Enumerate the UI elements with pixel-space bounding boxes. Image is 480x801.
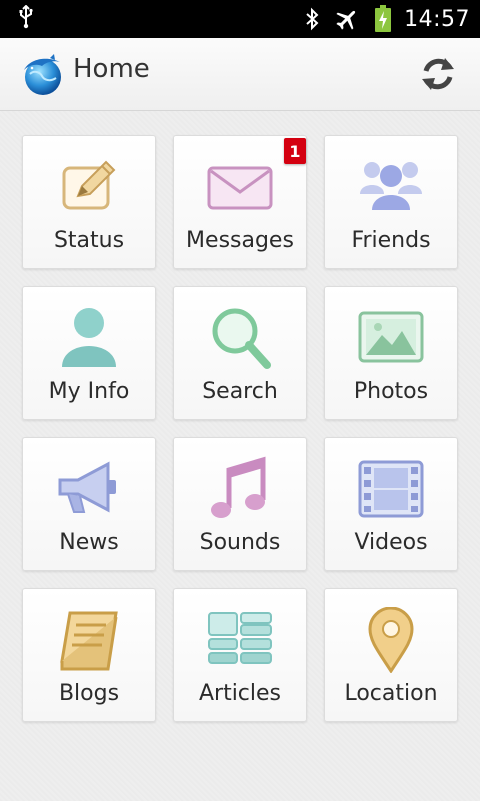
- status-edit-icon: [56, 154, 122, 220]
- tile-location[interactable]: Location: [324, 588, 458, 722]
- tile-label: Messages: [186, 228, 294, 253]
- envelope-icon: [207, 154, 273, 220]
- tile-messages[interactable]: Messages 1: [173, 135, 307, 269]
- tile-label: News: [59, 530, 119, 555]
- tile-label: Location: [344, 681, 438, 706]
- tile-label: Photos: [353, 379, 429, 404]
- dolphin-globe-logo[interactable]: [20, 52, 66, 98]
- tile-my-info[interactable]: My Info: [22, 286, 156, 420]
- page-title: Home: [73, 54, 150, 84]
- tile-label: Blogs: [58, 681, 120, 706]
- bluetooth-icon: [304, 7, 320, 31]
- tile-label: Articles: [198, 681, 282, 706]
- airplane-mode-icon: [334, 7, 360, 31]
- action-bar: Home: [0, 38, 480, 111]
- tile-label: Friends: [351, 228, 431, 253]
- tile-photos[interactable]: Photos: [324, 286, 458, 420]
- refresh-icon[interactable]: [418, 54, 458, 94]
- film-icon: [358, 456, 424, 522]
- tile-label: Sounds: [199, 530, 281, 555]
- home-grid: Status Messages 1 Friends My Info Search…: [0, 111, 480, 801]
- tile-label: Status: [53, 228, 125, 253]
- map-pin-icon: [358, 606, 424, 674]
- magnifier-icon: [207, 305, 273, 371]
- usb-icon: [18, 4, 34, 33]
- friends-icon: [358, 154, 424, 220]
- user-icon: [56, 305, 122, 371]
- tile-label: My Info: [48, 379, 130, 404]
- articles-list-icon: [207, 607, 273, 673]
- tile-videos[interactable]: Videos: [324, 437, 458, 571]
- tile-friends[interactable]: Friends: [324, 135, 458, 269]
- tile-sounds[interactable]: Sounds: [173, 437, 307, 571]
- photo-icon: [358, 305, 424, 371]
- unread-count-badge: 1: [284, 138, 306, 164]
- tile-blogs[interactable]: Blogs: [22, 588, 156, 722]
- tile-articles[interactable]: Articles: [173, 588, 307, 722]
- tile-label: Search: [202, 379, 278, 404]
- tile-status[interactable]: Status: [22, 135, 156, 269]
- status-time: 14:57: [404, 6, 470, 32]
- tile-search[interactable]: Search: [173, 286, 307, 420]
- tile-news[interactable]: News: [22, 437, 156, 571]
- tile-label: Videos: [354, 530, 428, 555]
- music-note-icon: [207, 456, 273, 522]
- status-bar: 14:57: [0, 0, 480, 38]
- megaphone-icon: [56, 456, 122, 522]
- book-icon: [56, 607, 122, 673]
- battery-charging-icon: [374, 5, 392, 33]
